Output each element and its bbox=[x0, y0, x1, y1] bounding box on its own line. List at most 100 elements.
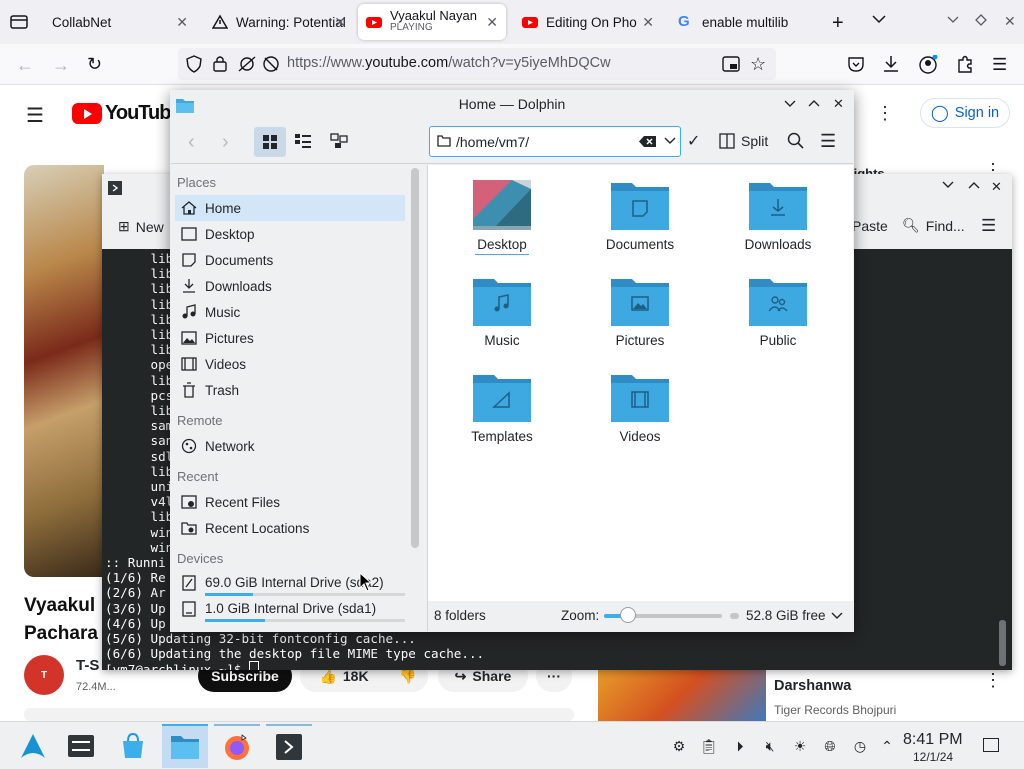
sidebar-item-documents[interactable]: Documents bbox=[175, 247, 405, 273]
new-tab-icon[interactable]: + bbox=[832, 12, 844, 35]
channel-avatar[interactable]: T bbox=[24, 655, 64, 695]
compact-view-icon[interactable] bbox=[294, 133, 312, 149]
sidebar-item-recent-files[interactable]: Recent Files bbox=[175, 489, 405, 515]
sidebar-item-drive-sda1[interactable]: 1.0 GiB Internal Drive (sda1) bbox=[175, 595, 405, 625]
forward-chevron-icon[interactable]: › bbox=[222, 131, 229, 154]
taskbar-system-settings[interactable] bbox=[58, 724, 104, 768]
extensions-icon[interactable] bbox=[956, 55, 974, 73]
taskbar-firefox[interactable] bbox=[214, 724, 260, 768]
location-dropdown-icon[interactable] bbox=[664, 137, 676, 145]
folder-item-videos[interactable]: Videos bbox=[585, 371, 695, 444]
app-launcher-button[interactable] bbox=[10, 724, 56, 768]
back-chevron-icon[interactable]: ‹ bbox=[188, 131, 195, 154]
sidebar-item-trash[interactable]: Trash bbox=[175, 377, 405, 403]
close-window-icon[interactable]: ✕ bbox=[1004, 13, 1016, 30]
reload-icon[interactable]: ↻ bbox=[87, 54, 102, 75]
url-text[interactable]: https://www.youtube.com/watch?v=y5iyeMhD… bbox=[287, 55, 611, 71]
folder-item-desktop[interactable]: Desktop bbox=[447, 179, 557, 255]
hamburger-menu-icon[interactable]: ☰ bbox=[26, 103, 44, 128]
autoplay-blocked-icon[interactable] bbox=[262, 55, 280, 73]
sidebar-item-videos[interactable]: Videos bbox=[175, 351, 405, 377]
taskbar-konsole[interactable] bbox=[266, 724, 312, 768]
more-vert-icon[interactable]: ⋮ bbox=[876, 103, 894, 124]
lock-icon[interactable] bbox=[213, 55, 227, 72]
tab-youtube-playing[interactable]: Vyaakul Nayan PLAYING ✕ bbox=[358, 4, 506, 40]
folder-item-documents[interactable]: Documents bbox=[585, 179, 695, 252]
video-player[interactable] bbox=[24, 165, 104, 577]
folder-item-downloads[interactable]: Downloads bbox=[723, 179, 833, 252]
media-player-icon[interactable]: ⏵ bbox=[731, 737, 749, 755]
network-status-icon[interactable]: 🌐︎ bbox=[821, 737, 839, 755]
related-video-thumbnail[interactable] bbox=[598, 664, 766, 724]
more-vert-icon[interactable]: ⋮ bbox=[984, 670, 1002, 691]
close-tab-icon[interactable]: ✕ bbox=[642, 14, 654, 31]
folder-item-music[interactable]: Music bbox=[447, 275, 557, 348]
brightness-icon[interactable]: ☀︎ bbox=[791, 737, 809, 755]
description-box[interactable] bbox=[24, 708, 574, 721]
folder-item-pictures[interactable]: Pictures bbox=[585, 275, 695, 348]
picture-in-picture-icon[interactable] bbox=[722, 56, 740, 72]
terminal-scrollbar[interactable] bbox=[999, 620, 1006, 666]
permissions-icon[interactable] bbox=[237, 56, 257, 72]
restore-diamond-icon[interactable] bbox=[975, 14, 987, 26]
updates-icon[interactable]: ◷ bbox=[851, 737, 869, 755]
related-video-title[interactable]: Darshanwa bbox=[774, 678, 851, 694]
clock-time[interactable]: 8:41 PM bbox=[903, 731, 963, 749]
hamburger-menu-icon[interactable]: ☰ bbox=[820, 131, 836, 152]
paste-button[interactable]: Paste bbox=[852, 218, 888, 234]
dolphin-maximize-icon[interactable] bbox=[808, 99, 820, 107]
sidebar-item-network[interactable]: Network bbox=[175, 433, 405, 459]
tab-editing-on-phone[interactable]: Editing On Pho ✕ bbox=[514, 4, 662, 40]
folder-item-public[interactable]: Public bbox=[723, 275, 833, 348]
clear-text-icon[interactable] bbox=[639, 135, 657, 148]
sidebar-item-pictures[interactable]: Pictures bbox=[175, 325, 405, 351]
shield-icon[interactable] bbox=[186, 55, 202, 73]
channel-name[interactable]: T-S bbox=[76, 657, 99, 674]
tab-collabnet[interactable]: CollabNet ✕ bbox=[44, 4, 196, 40]
close-tab-icon[interactable]: ✕ bbox=[486, 14, 498, 31]
dolphin-close-icon[interactable]: ✕ bbox=[833, 96, 844, 112]
zoom-slider-handle[interactable] bbox=[619, 607, 636, 623]
icons-view-button[interactable] bbox=[254, 127, 286, 157]
list-tabs-chevron-icon[interactable] bbox=[872, 14, 886, 24]
find-button[interactable]: 🔍︎ Find... bbox=[902, 217, 965, 234]
panel-splitter[interactable] bbox=[419, 165, 428, 631]
downloads-icon[interactable] bbox=[883, 55, 899, 73]
dolphin-minimize-icon[interactable] bbox=[784, 100, 796, 108]
sidebar-item-desktop[interactable]: Desktop bbox=[175, 221, 405, 247]
close-tab-icon[interactable]: ✕ bbox=[176, 14, 188, 31]
file-view[interactable]: Desktop Documents Downloads Music Pictur… bbox=[428, 165, 853, 601]
pocket-icon[interactable] bbox=[848, 56, 864, 72]
tab-enable-multilib[interactable]: G enable multilib bbox=[670, 4, 816, 40]
taskbar-discover[interactable] bbox=[110, 724, 156, 768]
konsole-menu-icon[interactable]: ☰ bbox=[981, 216, 996, 236]
sign-in-button[interactable]: ◯ Sign in bbox=[920, 98, 1010, 128]
sidebar-item-downloads[interactable]: Downloads bbox=[175, 273, 405, 299]
konsole-minimize-icon[interactable] bbox=[942, 181, 954, 189]
forward-arrow-icon[interactable]: → bbox=[52, 55, 70, 76]
show-hidden-icons-chevron[interactable]: ⌃ bbox=[878, 737, 896, 755]
close-tab-icon[interactable]: ✕ bbox=[334, 14, 346, 31]
kde-connect-icon[interactable]: ⚙︎ bbox=[670, 737, 688, 755]
back-arrow-icon[interactable]: ← bbox=[16, 55, 34, 76]
split-button[interactable]: Split bbox=[719, 133, 768, 149]
sidebar-scrollbar[interactable] bbox=[411, 168, 419, 548]
bookmark-star-icon[interactable]: ☆ bbox=[750, 54, 766, 75]
volume-muted-icon[interactable]: 🔇︎ bbox=[761, 737, 779, 755]
zoom-slider[interactable] bbox=[604, 607, 722, 623]
app-menu-icon[interactable]: ☰ bbox=[992, 55, 1007, 75]
clipboard-icon[interactable]: 📋︎ bbox=[700, 737, 718, 755]
firefox-view-icon[interactable] bbox=[10, 14, 28, 30]
details-view-icon[interactable] bbox=[330, 133, 348, 149]
peek-desktop-icon[interactable] bbox=[983, 738, 999, 752]
sidebar-item-music[interactable]: Music bbox=[175, 299, 405, 325]
clock-date[interactable]: 12/1/24 bbox=[913, 750, 953, 764]
confirm-check-icon[interactable]: ✓ bbox=[687, 131, 700, 151]
sidebar-item-recent-locations[interactable]: Recent Locations bbox=[175, 515, 405, 541]
account-icon[interactable] bbox=[919, 55, 938, 74]
konsole-maximize-icon[interactable] bbox=[968, 181, 980, 189]
folder-item-templates[interactable]: Templates bbox=[447, 371, 557, 444]
new-tab-button[interactable]: ⊞ New bbox=[118, 218, 164, 235]
location-path-text[interactable]: /home/vm7/ bbox=[456, 134, 529, 150]
search-icon[interactable] bbox=[787, 132, 805, 150]
